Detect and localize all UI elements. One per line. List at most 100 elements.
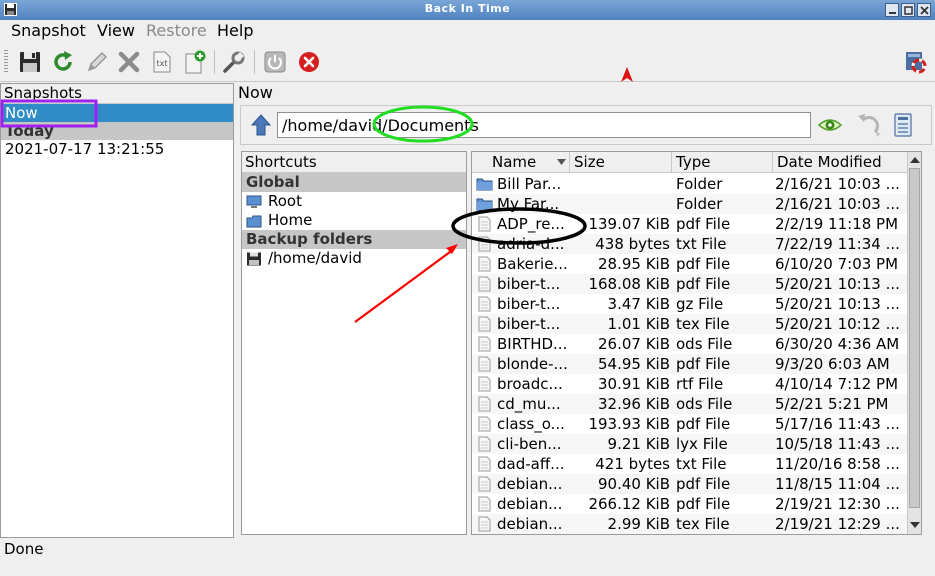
file-type: pdf File: [676, 355, 731, 373]
file-row[interactable]: ADP_re... 139.07 KiB pdf File 2/2/19 11:18 …: [472, 214, 908, 234]
file-row[interactable]: cd_mu... 32.96 KiB ods File 5/2/21 5:21 PM: [472, 394, 908, 414]
scrollbar-thumb[interactable]: [909, 168, 920, 508]
snapshot-now[interactable]: Now: [1, 104, 233, 122]
file-row[interactable]: dad-aff... 421 bytes txt File 11/20/16 8:58…: [472, 454, 908, 474]
restore-button[interactable]: [855, 112, 883, 138]
shortcut-home[interactable]: Home: [242, 211, 466, 230]
scroll-up-icon[interactable]: [910, 155, 920, 165]
scroll-down-icon[interactable]: [910, 520, 920, 530]
file-icon: [478, 476, 491, 492]
refresh-button[interactable]: [51, 50, 75, 74]
path-input[interactable]: [277, 112, 811, 138]
menu-restore[interactable]: Restore: [146, 21, 207, 40]
show-hidden-files-button[interactable]: [817, 112, 843, 138]
shortcut-backup-folder[interactable]: /home/david: [242, 249, 466, 268]
file-row[interactable]: debian... 266.12 KiB pdf File 2/19/21 12:30…: [472, 494, 908, 514]
column-name[interactable]: Name: [472, 152, 570, 173]
file-date-modified: 2/16/21 10:03 ...: [775, 175, 900, 193]
snapshot-item[interactable]: 2021-07-17 13:21:55: [1, 140, 233, 158]
file-name: biber-t...: [497, 295, 561, 313]
file-type: pdf File: [676, 255, 731, 273]
column-size[interactable]: Size: [570, 152, 672, 173]
file-date-modified: 4/10/14 7:12 PM: [775, 375, 899, 393]
file-date-modified: 5/20/21 10:13 ...: [775, 295, 900, 313]
minimize-button[interactable]: [885, 3, 899, 17]
exit-button[interactable]: [297, 50, 321, 74]
computer-icon: [246, 195, 262, 208]
remove-snapshot-button[interactable]: [117, 50, 141, 74]
floppy-icon: [247, 252, 261, 265]
snapshots-list-button[interactable]: [893, 112, 913, 138]
file-row[interactable]: BIRTHD... 26.07 KiB ods File 6/30/20 4:36 A…: [472, 334, 908, 354]
shortcut-label: /home/david: [268, 249, 362, 267]
file-date-modified: 10/5/18 11:43 ...: [775, 435, 900, 453]
file-name: debian...: [497, 475, 563, 493]
close-circle-icon: [299, 52, 319, 72]
folder-up-button[interactable]: [251, 114, 271, 136]
file-type: lyx File: [676, 435, 728, 453]
shortcuts-panel: Shortcuts Global Root Home Backup folder…: [241, 151, 467, 535]
snapshots-header: Snapshots: [1, 84, 233, 104]
file-icon: [478, 496, 491, 512]
svg-text:txt: txt: [156, 59, 167, 68]
file-size: 9.21 KiB: [607, 435, 670, 453]
file-row[interactable]: broadc... 30.91 KiB rtf File 4/10/14 7:12 P…: [472, 374, 908, 394]
window-title: Back In Time: [424, 2, 511, 15]
close-window-button[interactable]: [917, 3, 931, 17]
file-type: txt File: [676, 235, 727, 253]
file-type: pdf File: [676, 475, 731, 493]
refresh-icon: [54, 51, 72, 71]
files-scrollbar[interactable]: [907, 152, 921, 534]
maximize-button[interactable]: [901, 3, 915, 17]
file-row[interactable]: adria-d... 438 bytes txt File 7/22/19 11:34…: [472, 234, 908, 254]
file-name-cell: cli-ben...: [476, 434, 572, 454]
file-row[interactable]: biber-t... 168.08 KiB pdf File 5/20/21 10:1…: [472, 274, 908, 294]
menu-bar: Snapshot View Restore Help: [0, 20, 935, 42]
file-name-cell: BIRTHD...: [476, 334, 572, 354]
file-row[interactable]: debian... 90.40 KiB pdf File 11/8/15 11:04 …: [472, 474, 908, 494]
menu-help[interactable]: Help: [217, 21, 253, 40]
file-row[interactable]: Bill Par... Folder 2/16/21 10:03 ...: [472, 174, 908, 194]
file-row[interactable]: biber-t... 1.01 KiB tex File 5/20/21 10:12 …: [472, 314, 908, 334]
file-row[interactable]: cli-ben... 9.21 KiB lyx File 10/5/18 11:43 …: [472, 434, 908, 454]
file-row[interactable]: Bakerie... 28.95 KiB pdf File 6/10/20 7:03 …: [472, 254, 908, 274]
file-name-cell: class_o...: [476, 414, 572, 434]
file-row[interactable]: class_o... 193.93 KiB pdf File 5/17/16 11:4…: [472, 414, 908, 434]
log-file-icon: txt: [153, 51, 171, 73]
file-date-modified: 5/2/21 5:21 PM: [775, 395, 889, 413]
file-name-cell: biber-t...: [476, 274, 572, 294]
file-row[interactable]: My Far... Folder 2/16/21 10:03 ...: [472, 194, 908, 214]
file-name-cell: debian...: [476, 514, 572, 534]
column-type[interactable]: Type: [672, 152, 773, 173]
file-name-cell: ADP_re...: [476, 214, 572, 234]
toolbar: txt: [0, 42, 935, 82]
file-size: 3.47 KiB: [607, 295, 670, 313]
file-name: cd_mu...: [497, 395, 561, 413]
column-date-modified[interactable]: Date Modified: [773, 152, 908, 173]
menu-view[interactable]: View: [97, 21, 135, 40]
file-name-cell: debian...: [476, 494, 572, 514]
file-icon: [478, 416, 491, 432]
file-row[interactable]: debian... 2.99 KiB tex File 2/19/21 12:29 .…: [472, 514, 908, 534]
take-snapshot-button[interactable]: [18, 50, 42, 74]
file-icon: [478, 316, 491, 332]
file-row[interactable]: biber-t... 3.47 KiB gz File 5/20/21 10:13 .…: [472, 294, 908, 314]
file-row[interactable]: blonde-... 54.95 KiB pdf File 9/3/20 6:03 A…: [472, 354, 908, 374]
settings-button[interactable]: [222, 50, 246, 74]
shortcut-root[interactable]: Root: [242, 192, 466, 211]
file-name: blonde-...: [497, 355, 568, 373]
snapshot-name-button[interactable]: [85, 50, 109, 74]
file-name-cell: biber-t...: [476, 294, 572, 314]
file-size: 139.07 KiB: [588, 215, 670, 233]
file-date-modified: 6/30/20 4:36 AM: [775, 335, 900, 353]
file-name: biber-t...: [497, 315, 561, 333]
file-icon: [478, 376, 491, 392]
file-date-modified: 11/8/15 11:04 ...: [775, 475, 900, 493]
files-header: Name Size Type Date Modified: [472, 152, 908, 173]
menu-snapshot[interactable]: Snapshot: [11, 21, 86, 40]
view-log-button[interactable]: txt: [150, 50, 174, 74]
help-button[interactable]: [904, 50, 928, 74]
shutdown-button[interactable]: [263, 50, 287, 74]
file-size: 421 bytes: [595, 455, 670, 473]
view-snapshot-log-button[interactable]: [183, 50, 207, 74]
